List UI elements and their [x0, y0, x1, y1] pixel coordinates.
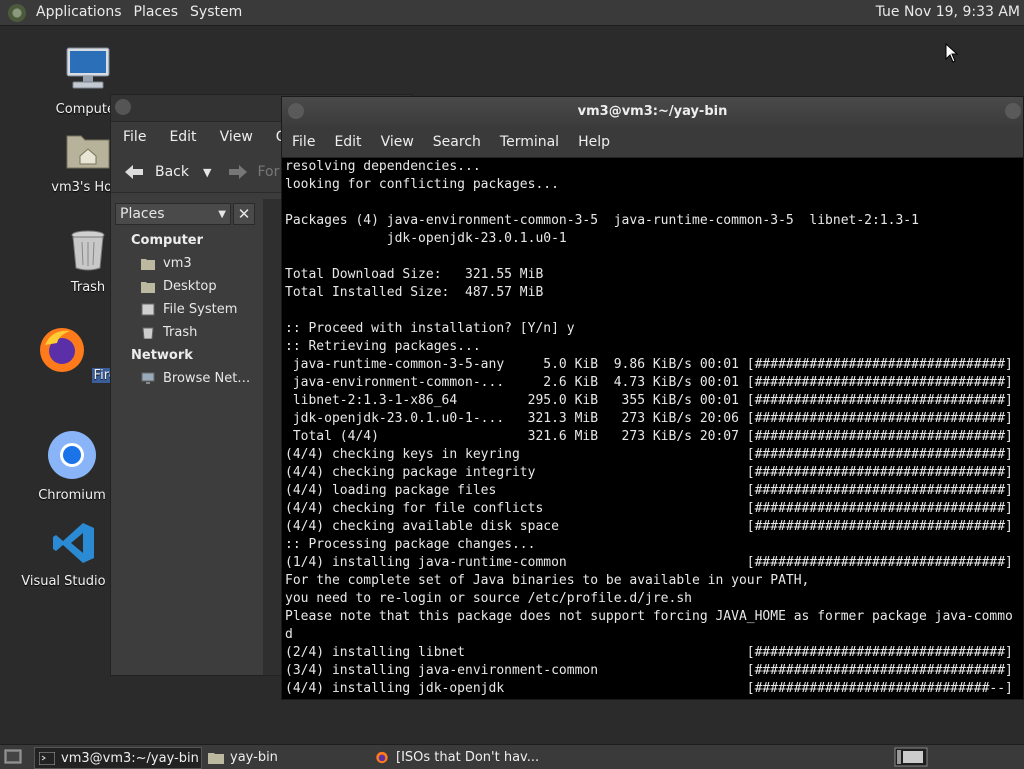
sidebar-item-browse-network[interactable]: Browse Net… — [141, 371, 250, 386]
chevron-down-icon: ▼ — [218, 208, 226, 220]
folder-icon — [208, 752, 224, 764]
drive-icon — [141, 303, 155, 316]
menu-system[interactable]: System — [184, 0, 248, 25]
sidebar-header-computer: Computer — [131, 233, 204, 248]
sidebar-item-desktop[interactable]: Desktop — [141, 279, 217, 294]
workspace-switcher-icon[interactable] — [894, 747, 928, 767]
places-sidebar: Places ▼ ✕ Computer vm3 Desktop File Sys… — [111, 199, 261, 675]
taskbar-item-firefox[interactable]: [ISOs that Don't hav... — [370, 747, 590, 767]
places-selector[interactable]: Places ▼ — [115, 203, 231, 225]
fm-menu-view[interactable]: View — [208, 129, 264, 145]
term-menu-edit[interactable]: Edit — [324, 134, 370, 150]
back-arrow-icon — [125, 165, 143, 179]
firefox-icon — [40, 328, 85, 372]
sidebar-item-trash[interactable]: Trash — [141, 325, 197, 340]
clock[interactable]: Tue Nov 19, 9:33 AM — [876, 0, 1020, 25]
distro-logo-icon[interactable] — [8, 3, 26, 22]
firefox-icon — [376, 751, 388, 763]
term-menu-terminal[interactable]: Terminal — [490, 134, 568, 150]
home-folder-icon — [141, 259, 155, 270]
terminal-title: vm3@vm3:~/yay-bin — [577, 104, 728, 119]
forward-label: For — [257, 164, 280, 180]
show-desktop-icon[interactable] — [4, 748, 22, 765]
sidebar-item-label: vm3 — [163, 256, 192, 271]
terminal-icon — [39, 751, 55, 765]
window-menu-icon[interactable] — [115, 99, 131, 115]
terminal-menubar: File Edit View Search Terminal Help — [282, 127, 1023, 158]
top-panel: Applications Places System Tue Nov 19, 9… — [0, 0, 1024, 26]
taskbar-item-terminal[interactable]: vm3@vm3:~/yay-bin — [34, 747, 202, 769]
forward-button[interactable]: For — [227, 163, 279, 181]
terminal-window[interactable]: vm3@vm3:~/yay-bin File Edit View Search … — [281, 96, 1024, 700]
sidebar-item-label: Trash — [163, 325, 198, 340]
taskbar-item-folder[interactable]: yay-bin — [204, 747, 366, 767]
home-folder-icon — [66, 135, 110, 169]
places-selector-label: Places — [120, 206, 165, 222]
trash-icon — [71, 230, 105, 271]
fm-menu-file[interactable]: File — [111, 129, 157, 145]
mouse-cursor-icon — [945, 43, 959, 63]
desktop-folder-icon — [141, 282, 155, 293]
fm-menu-edit[interactable]: Edit — [157, 129, 207, 145]
sidebar-item-filesystem[interactable]: File System — [141, 302, 237, 317]
sidebar-header-network: Network — [131, 348, 193, 363]
taskbar-item-label: [ISOs that Don't hav... — [396, 749, 540, 765]
vscode-icon — [53, 523, 94, 563]
sidebar-item-vm3[interactable]: vm3 — [141, 256, 192, 271]
term-menu-search[interactable]: Search — [423, 134, 490, 150]
term-menu-help[interactable]: Help — [568, 134, 619, 150]
computer-icon — [66, 47, 110, 89]
terminal-text: resolving dependencies... looking for co… — [285, 159, 1013, 696]
terminal-titlebar[interactable]: vm3@vm3:~/yay-bin — [282, 97, 1023, 127]
sidebar-item-label: File System — [163, 302, 238, 317]
menu-places[interactable]: Places — [128, 0, 185, 25]
taskbar-item-label: yay-bin — [230, 749, 278, 765]
terminal-output[interactable]: resolving dependencies... looking for co… — [285, 158, 1022, 698]
back-label: Back — [155, 164, 189, 180]
sidebar-item-label: Desktop — [163, 279, 217, 294]
network-icon — [141, 372, 155, 384]
sidebar-item-label: Browse Net… — [163, 371, 251, 386]
bottom-panel: vm3@vm3:~/yay-bin yay-bin [ISOs that Don… — [0, 744, 1024, 769]
forward-arrow-icon — [229, 165, 248, 179]
back-history-dropdown-icon[interactable]: ▼ — [203, 166, 211, 179]
close-sidebar-button[interactable]: ✕ — [233, 203, 255, 225]
back-button[interactable]: Back — [123, 163, 189, 181]
window-control-icon[interactable] — [1005, 103, 1021, 119]
chromium-icon — [48, 431, 96, 479]
taskbar-item-label: vm3@vm3:~/yay-bin — [61, 750, 199, 766]
trash-icon — [142, 327, 154, 339]
term-menu-file[interactable]: File — [282, 134, 324, 150]
term-menu-view[interactable]: View — [371, 134, 423, 150]
menu-applications[interactable]: Applications — [30, 0, 128, 25]
